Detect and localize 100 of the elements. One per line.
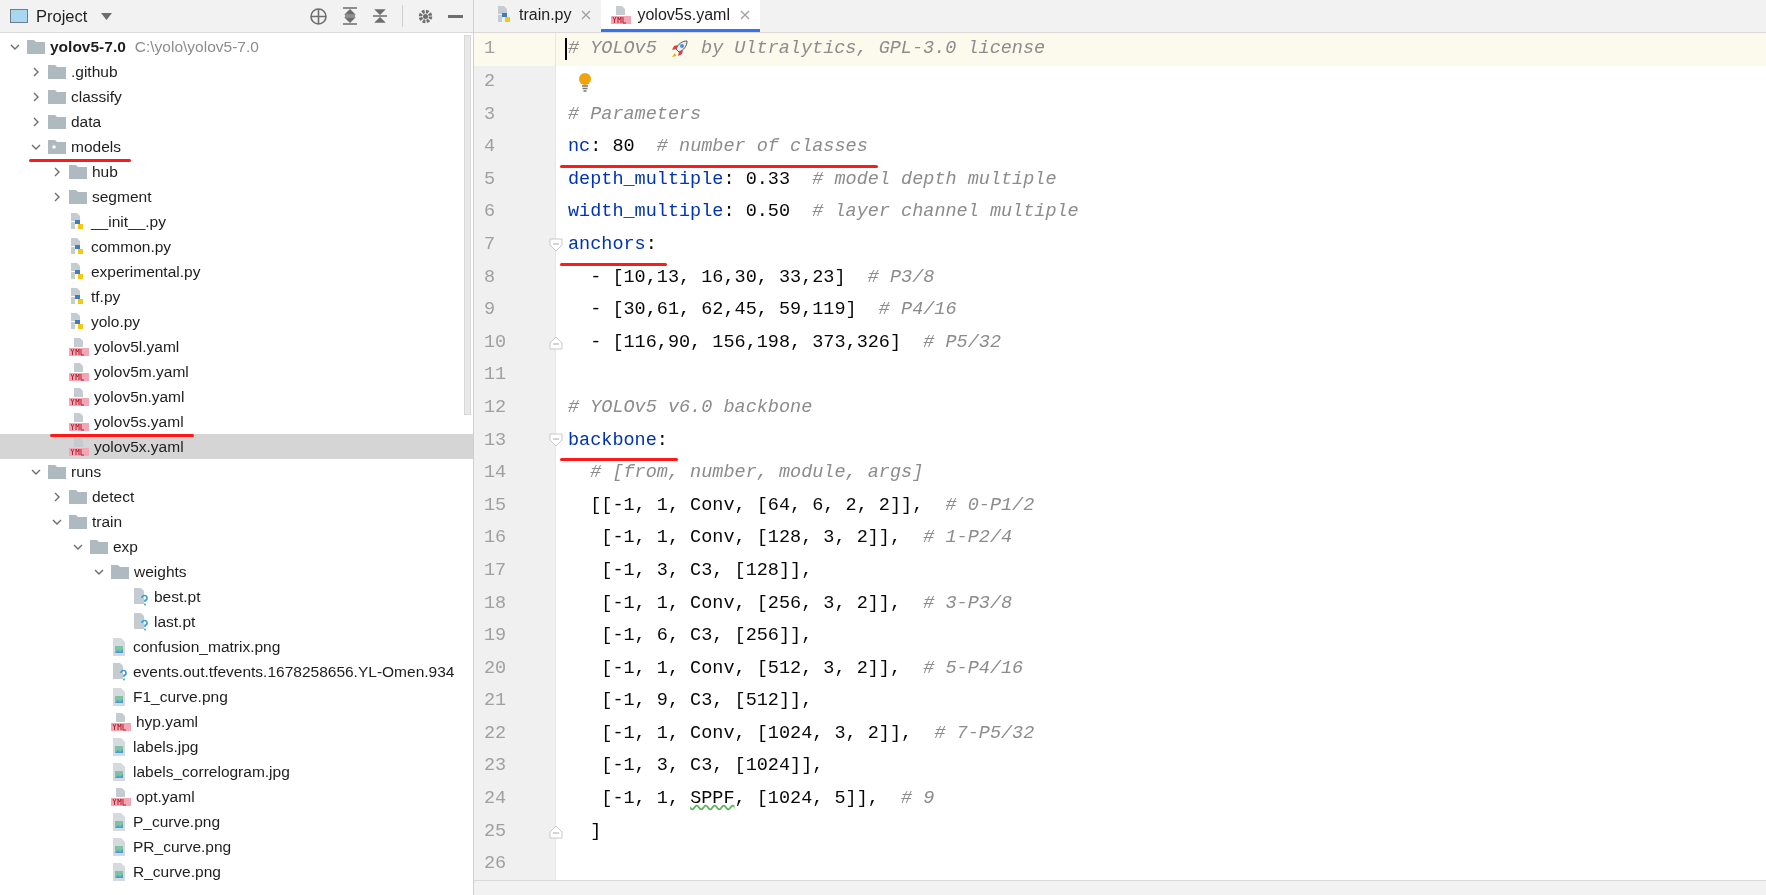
code-text: [-1, 6, C3, [256]], bbox=[600, 624, 813, 649]
file-path: C:\yolo\yolov5-7.0 bbox=[134, 36, 259, 57]
yaml-file-icon bbox=[69, 337, 89, 356]
tree-row[interactable]: R_curve.png bbox=[0, 859, 473, 884]
tree-row[interactable]: last.pt bbox=[0, 609, 473, 634]
code-comment: # 5-P4/16 bbox=[923, 656, 1024, 681]
tree-row[interactable]: __init__.py bbox=[0, 209, 473, 234]
line-number: 23 bbox=[484, 754, 507, 779]
tree-row[interactable]: F1_curve.png bbox=[0, 684, 473, 709]
tree-row[interactable]: hyp.yaml bbox=[0, 709, 473, 734]
tree-row[interactable]: yolov5x.yaml bbox=[0, 434, 473, 459]
tree-row[interactable]: labels_correlogram.jpg bbox=[0, 759, 473, 784]
file-name: experimental.py bbox=[91, 261, 201, 282]
file-name: weights bbox=[134, 561, 187, 582]
tree-row[interactable]: data bbox=[0, 109, 473, 134]
code-text: [-1, 1, Conv, [128, 3, 2]], bbox=[600, 526, 903, 551]
file-name: best.pt bbox=[154, 586, 201, 607]
code-comment: # P5/32 bbox=[923, 330, 1001, 355]
file-name: common.py bbox=[91, 236, 172, 257]
tree-row[interactable]: tf.py bbox=[0, 284, 473, 309]
code-text: : 0.50 bbox=[723, 200, 792, 225]
tree-row[interactable]: .github bbox=[0, 59, 473, 84]
lightbulb-icon[interactable] bbox=[578, 71, 592, 92]
tree-row[interactable]: events.out.tfevents.1678258656.YL-Omen.934 bbox=[0, 659, 473, 684]
minimize-icon[interactable] bbox=[448, 14, 463, 18]
tree-row[interactable]: weights bbox=[0, 559, 473, 584]
line-number: 10 bbox=[484, 330, 507, 355]
tree-row[interactable]: P_curve.png bbox=[0, 809, 473, 834]
collapse-all-icon[interactable] bbox=[372, 7, 388, 25]
folder-icon bbox=[48, 114, 66, 129]
image-file-icon bbox=[111, 637, 128, 656]
folder-icon bbox=[90, 539, 108, 554]
yaml-file-icon bbox=[111, 712, 131, 731]
expand-all-icon[interactable] bbox=[342, 7, 358, 25]
tree-row[interactable]: models bbox=[0, 134, 473, 159]
tree-row[interactable]: yolov5s.yaml bbox=[0, 409, 473, 434]
editor-tab[interactable]: yolov5s.yaml bbox=[601, 0, 760, 32]
file-name: PR_curve.png bbox=[133, 836, 232, 857]
code-comment: # P4/16 bbox=[878, 298, 957, 323]
python-file-icon bbox=[496, 5, 513, 24]
tree-row[interactable]: yolo.py bbox=[0, 309, 473, 334]
line-number: 25 bbox=[484, 819, 507, 844]
folder-icon bbox=[48, 64, 66, 79]
tree-row[interactable]: yolov5n.yaml bbox=[0, 384, 473, 409]
tree-row[interactable]: PR_curve.png bbox=[0, 834, 473, 859]
line-number: 2 bbox=[484, 70, 496, 94]
image-file-icon bbox=[111, 762, 128, 781]
editor-tab[interactable]: train.py bbox=[486, 0, 602, 32]
file-name: exp bbox=[113, 536, 138, 557]
code-comment: # Parameters bbox=[568, 102, 702, 127]
close-icon[interactable] bbox=[739, 9, 750, 20]
tree-row[interactable]: segment bbox=[0, 184, 473, 209]
line-number: 26 bbox=[484, 852, 507, 877]
code-comment: # YOLOv5 v6.0 backbone bbox=[568, 395, 813, 420]
file-name: yolo.py bbox=[91, 311, 141, 332]
code-comment: # layer channel multiple bbox=[812, 200, 1079, 225]
tree-row[interactable]: yolov5l.yaml bbox=[0, 334, 473, 359]
code-comment: # 0-P1/2 bbox=[945, 493, 1035, 518]
code-text: [-1, 1, Conv, [1024, 3, 2]], bbox=[600, 721, 914, 746]
crosshair-icon[interactable] bbox=[309, 6, 328, 26]
settings-icon[interactable] bbox=[417, 7, 434, 25]
image-file-icon bbox=[111, 737, 128, 756]
code-comment: # YOLOv5 bbox=[568, 37, 658, 62]
code-comment: # number of classes bbox=[656, 135, 868, 160]
tree-row[interactable]: experimental.py bbox=[0, 259, 473, 284]
tree-row[interactable]: common.py bbox=[0, 234, 473, 259]
tree-row[interactable]: detect bbox=[0, 484, 473, 509]
tree-row[interactable]: exp bbox=[0, 534, 473, 559]
tree-row[interactable]: hub bbox=[0, 159, 473, 184]
tree-row[interactable]: opt.yaml bbox=[0, 784, 473, 809]
code-text: [-1, 9, C3, [512]], bbox=[600, 689, 813, 714]
project-view-dropdown[interactable]: Project bbox=[36, 3, 113, 29]
file-name: yolov5s.yaml bbox=[94, 411, 184, 432]
tree-row[interactable]: confusion_matrix.png bbox=[0, 634, 473, 659]
tree-row[interactable]: labels.jpg bbox=[0, 734, 473, 759]
tree-row[interactable]: yolov5-7.0 C:\yolo\yolov5-7.0 bbox=[0, 34, 473, 59]
tree-row[interactable]: runs bbox=[0, 459, 473, 484]
tree-row[interactable]: best.pt bbox=[0, 584, 473, 609]
line-number: 16 bbox=[484, 526, 507, 551]
file-name: hub bbox=[92, 161, 118, 182]
file-name: opt.yaml bbox=[136, 786, 195, 807]
line-number: 21 bbox=[484, 689, 507, 714]
folder-icon bbox=[69, 514, 87, 529]
tree-row[interactable]: yolov5m.yaml bbox=[0, 359, 473, 384]
file-name: yolov5m.yaml bbox=[94, 361, 189, 382]
code-key: depth_multiple bbox=[568, 165, 724, 194]
python-file-icon bbox=[69, 237, 86, 256]
file-name: labels_correlogram.jpg bbox=[133, 761, 290, 782]
tree-row[interactable]: classify bbox=[0, 84, 473, 109]
scrollbar-thumb[interactable] bbox=[464, 35, 471, 415]
yaml-file-icon bbox=[111, 787, 131, 806]
image-file-icon bbox=[111, 837, 128, 856]
code-comment: # 1-P2/4 bbox=[923, 526, 1013, 551]
line-number: 7 bbox=[484, 233, 496, 257]
file-name: tf.py bbox=[91, 286, 121, 307]
file-name: train bbox=[92, 511, 123, 532]
folder-icon bbox=[69, 189, 87, 204]
tree-row[interactable]: train bbox=[0, 509, 473, 534]
folder-icon bbox=[111, 564, 129, 579]
yaml-file-icon bbox=[69, 362, 89, 381]
